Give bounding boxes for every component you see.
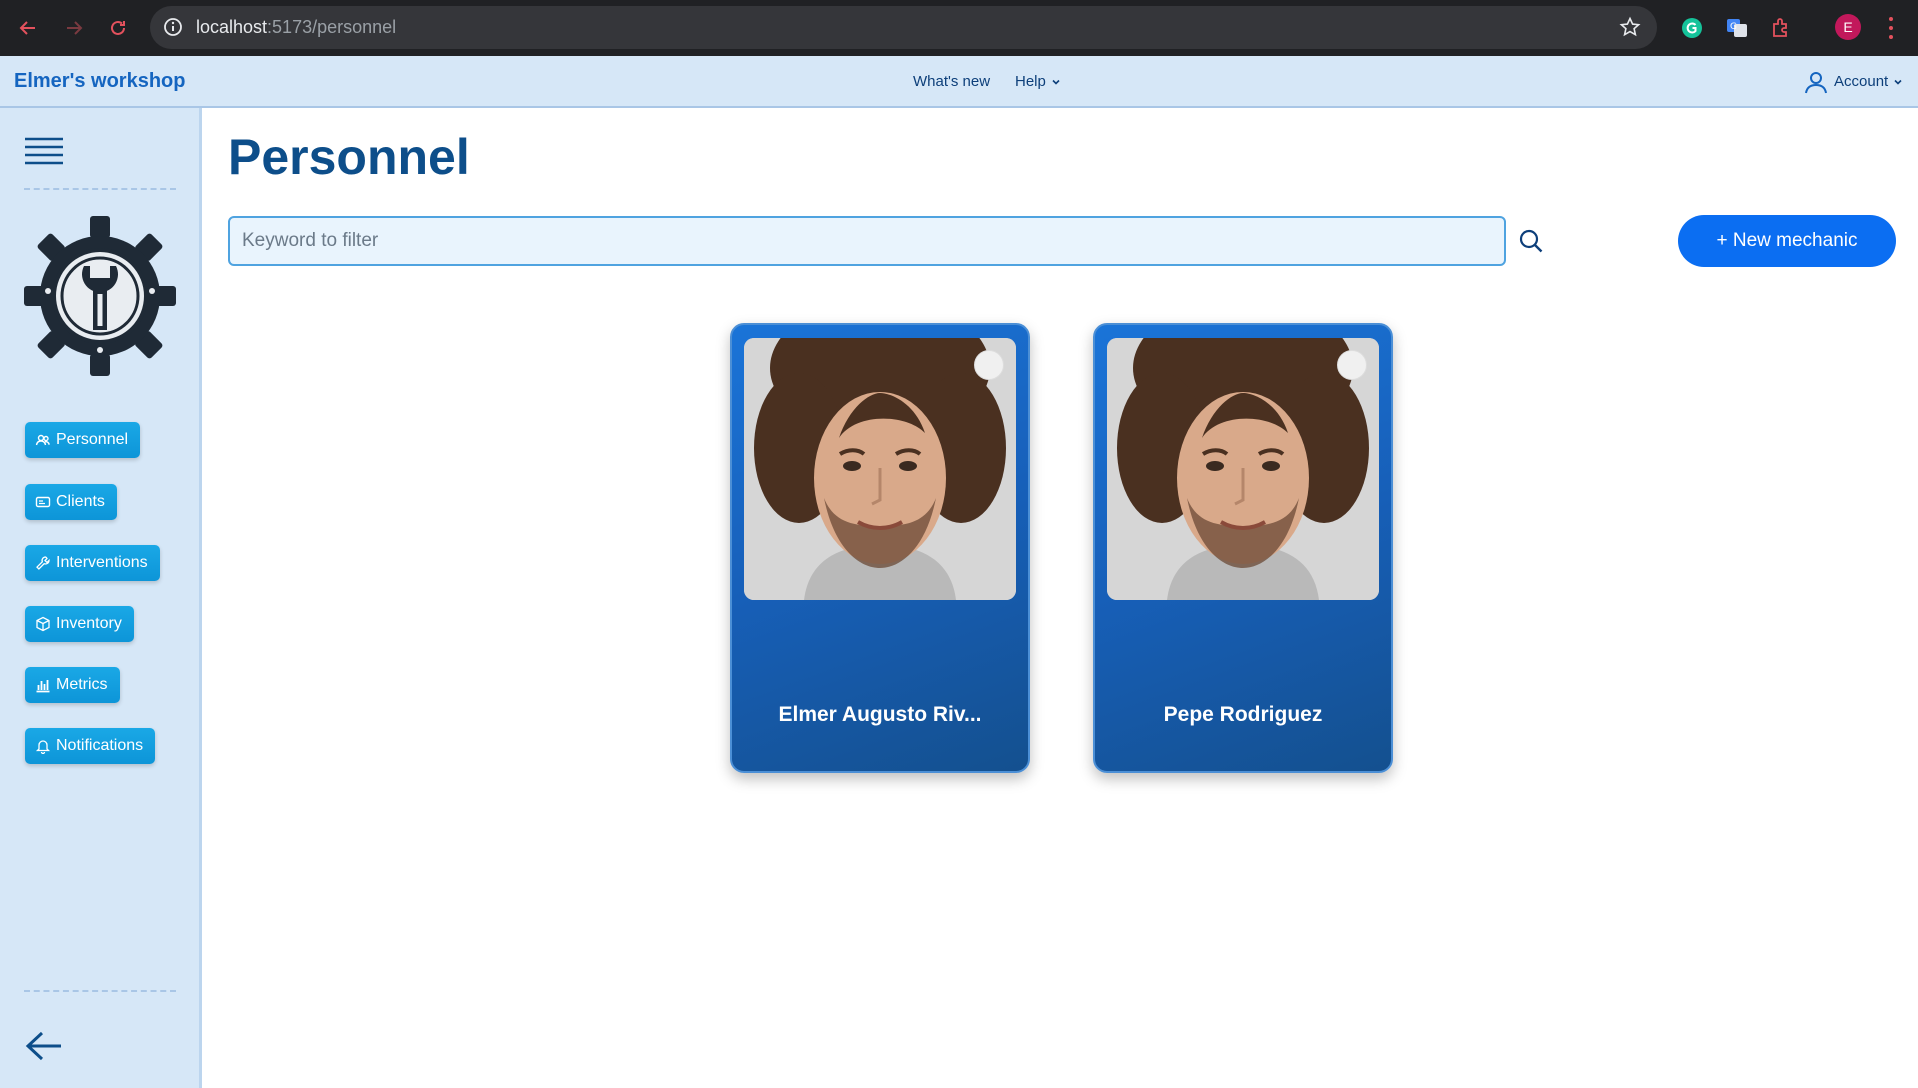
bar-chart-icon: [35, 677, 51, 693]
reload-icon[interactable]: [104, 14, 132, 42]
box-icon: [35, 616, 51, 632]
id-card-icon: [35, 494, 51, 510]
sidebar-item-inventory[interactable]: Inventory: [25, 606, 134, 642]
browser-menu-icon[interactable]: [1886, 14, 1896, 42]
sidebar-item-label: Notifications: [56, 737, 144, 754]
mechanic-photo: [744, 338, 1016, 600]
sidebar-item-metrics[interactable]: Metrics: [25, 667, 120, 703]
bookmark-star-icon[interactable]: [1619, 16, 1641, 38]
sidebar-divider: [24, 990, 176, 992]
search-icon[interactable]: [1518, 228, 1544, 254]
sidebar-item-label: Clients: [56, 493, 105, 510]
users-icon: [35, 432, 51, 448]
profile-avatar[interactable]: E: [1835, 14, 1861, 40]
wrench-icon: [35, 555, 51, 571]
translate-icon[interactable]: G: [1723, 14, 1751, 42]
new-mechanic-button[interactable]: + New mechanic: [1678, 215, 1896, 267]
extensions-puzzle-icon[interactable]: [1767, 14, 1795, 42]
sidebar-divider: [24, 188, 176, 190]
site-info-icon[interactable]: [162, 16, 184, 38]
mechanic-photo: [1107, 338, 1379, 600]
sidebar: Personnel Clients Interventions Inventor…: [0, 108, 202, 1088]
select-checkbox[interactable]: [1337, 350, 1367, 380]
forward-icon[interactable]: [60, 14, 88, 42]
sidebar-item-label: Metrics: [56, 676, 108, 693]
app-title[interactable]: Elmer's workshop: [14, 70, 185, 93]
sidebar-item-notifications[interactable]: Notifications: [25, 728, 156, 764]
grammarly-icon[interactable]: [1678, 14, 1706, 42]
account-menu[interactable]: Account: [1834, 73, 1904, 90]
sidebar-item-label: Interventions: [56, 554, 148, 571]
browser-toolbar: localhost:5173/personnel G E: [0, 0, 1918, 56]
mechanic-name: Pepe Rodriguez: [1163, 703, 1323, 726]
svg-text:G: G: [1730, 22, 1737, 32]
sidebar-item-label: Personnel: [56, 431, 129, 448]
help-menu[interactable]: Help: [1015, 73, 1062, 90]
sidebar-item-interventions[interactable]: Interventions: [25, 545, 160, 581]
search-input[interactable]: [228, 216, 1506, 266]
collapse-arrow-left-icon[interactable]: [24, 1026, 64, 1066]
whats-new-link[interactable]: What's new: [913, 73, 990, 90]
chevron-down-icon: [1052, 79, 1060, 85]
account-label: Account: [1834, 73, 1889, 90]
mechanic-name: Elmer Augusto Riv...: [778, 703, 982, 726]
sidebar-item-clients[interactable]: Clients: [25, 484, 117, 520]
chevron-down-icon: [1894, 79, 1902, 85]
back-icon[interactable]: [14, 14, 42, 42]
page-title: Personnel: [228, 129, 470, 185]
bell-icon: [35, 738, 51, 754]
sidebar-item-label: Inventory: [56, 615, 122, 632]
help-label: Help: [1015, 73, 1046, 90]
address-bar[interactable]: localhost:5173/personnel: [150, 6, 1657, 49]
mechanic-card[interactable]: Pepe Rodriguez: [1093, 323, 1393, 773]
sidebar-item-personnel[interactable]: Personnel: [25, 422, 141, 458]
select-checkbox[interactable]: [974, 350, 1004, 380]
mechanic-card[interactable]: Elmer Augusto Riv...: [730, 323, 1030, 773]
workshop-gear-logo: [24, 216, 176, 376]
app-header: Elmer's workshop What's new Help Account: [0, 56, 1918, 108]
url-text: localhost:5173/personnel: [196, 17, 397, 37]
user-icon[interactable]: [1803, 69, 1829, 95]
hamburger-menu-icon[interactable]: [24, 136, 64, 166]
